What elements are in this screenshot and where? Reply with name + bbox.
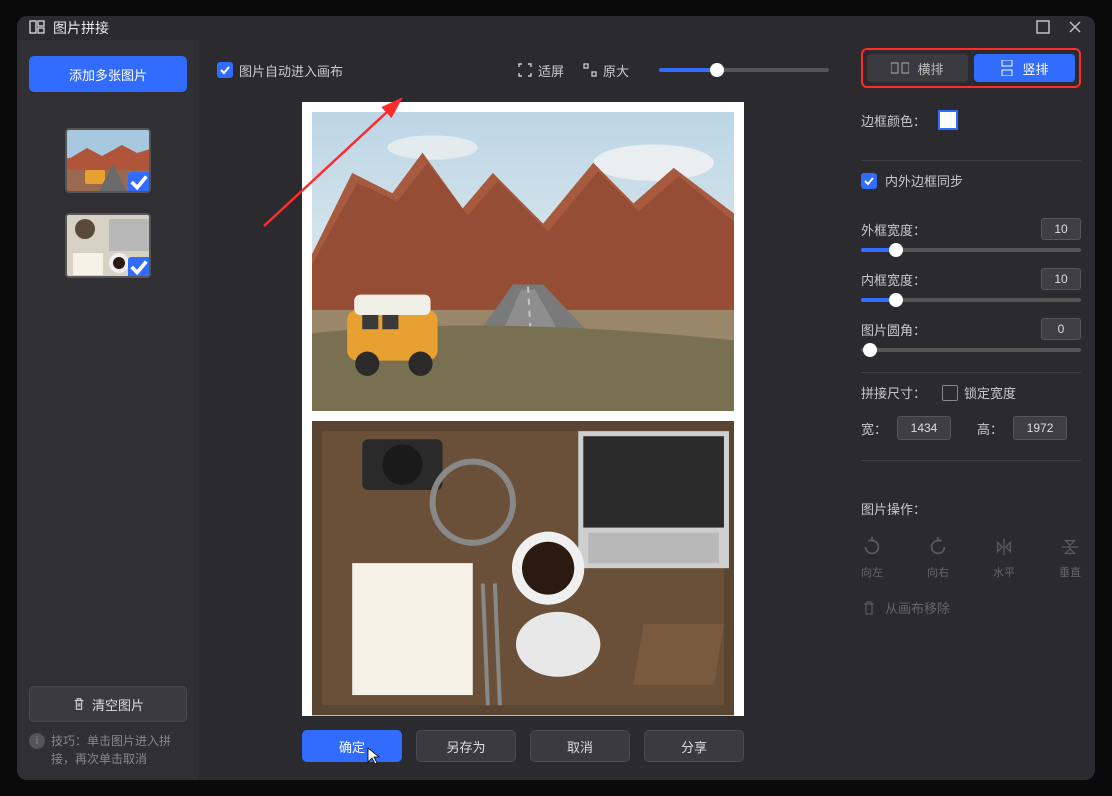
height-label: 高： [977, 419, 1003, 438]
flip-horizontal-button[interactable]: 水平 [993, 536, 1015, 580]
remove-from-canvas-button[interactable]: 从画布移除 [861, 598, 1081, 617]
sync-borders-label: 内外边框同步 [885, 171, 963, 190]
right-panel: 横排 竖排 边框颜色： 内外边框同步 外框宽度： [847, 40, 1095, 780]
tab-vertical[interactable]: 竖排 [974, 54, 1075, 82]
clear-button-label: 清空图片 [92, 695, 144, 714]
zoom-slider[interactable] [659, 68, 829, 72]
clear-images-button[interactable]: 清空图片 [29, 686, 187, 722]
cancel-button[interactable]: 取消 [530, 730, 630, 762]
thumbnail-2[interactable] [65, 213, 151, 278]
fit-screen-button[interactable]: 适屏 [517, 61, 564, 80]
image-ops-label: 图片操作： [861, 502, 926, 517]
rotate-right-button[interactable]: 向右 [927, 536, 949, 580]
lock-width-checkbox[interactable]: 锁定宽度 [942, 383, 1016, 402]
ok-button[interactable]: 确定 [302, 730, 402, 762]
auto-enter-label: 图片自动进入画布 [239, 61, 343, 80]
inner-width-slider[interactable] [861, 298, 1081, 302]
left-panel: 添加多张图片 [17, 40, 199, 780]
auto-enter-checkbox[interactable] [217, 62, 233, 78]
inner-width-input[interactable] [1041, 268, 1081, 290]
titlebar: 图片拼接 [17, 16, 1095, 40]
tip-text: i 技巧：单击图片进入拼接，再次单击取消 [29, 732, 187, 768]
width-input[interactable] [897, 416, 951, 440]
thumbnail-checkmark-icon [128, 257, 150, 277]
dialog-window: 图片拼接 添加多张图片 [17, 16, 1095, 780]
maximize-button[interactable] [1035, 19, 1051, 38]
rotate-left-button[interactable]: 向左 [861, 536, 883, 580]
corner-radius-slider[interactable] [861, 348, 1081, 352]
stitch-size-label: 拼接尺寸： [861, 383, 926, 402]
center-area: 图片自动进入画布 适屏 原大 [199, 40, 847, 780]
border-color-label: 边框颜色： [861, 111, 926, 130]
flip-vertical-button[interactable]: 垂直 [1059, 536, 1081, 580]
height-input[interactable] [1013, 416, 1067, 440]
width-label: 宽： [861, 419, 887, 438]
border-color-swatch[interactable] [938, 110, 958, 130]
canvas-image-1[interactable] [312, 112, 734, 411]
app-icon [29, 19, 45, 38]
save-as-button[interactable]: 另存为 [416, 730, 516, 762]
canvas[interactable] [302, 102, 744, 716]
corner-radius-label: 图片圆角： [861, 320, 926, 339]
outer-width-label: 外框宽度： [861, 220, 926, 239]
share-button[interactable]: 分享 [644, 730, 744, 762]
layout-tabs-highlight: 横排 竖排 [861, 48, 1081, 88]
thumbnail-1[interactable] [65, 128, 151, 193]
tab-horizontal[interactable]: 横排 [867, 54, 968, 82]
dialog-title: 图片拼接 [53, 18, 109, 38]
original-size-button[interactable]: 原大 [582, 61, 629, 80]
thumbnail-checkmark-icon [128, 172, 150, 192]
outer-width-slider[interactable] [861, 248, 1081, 252]
outer-width-input[interactable] [1041, 218, 1081, 240]
corner-radius-input[interactable] [1041, 318, 1081, 340]
info-icon: i [29, 733, 45, 749]
toolbar: 图片自动进入画布 适屏 原大 [211, 52, 835, 88]
add-images-button[interactable]: 添加多张图片 [29, 56, 187, 92]
sync-borders-checkbox[interactable] [861, 173, 877, 189]
close-button[interactable] [1067, 19, 1083, 38]
inner-width-label: 内框宽度： [861, 270, 926, 289]
cursor-icon [366, 746, 382, 766]
canvas-image-2[interactable] [312, 421, 734, 715]
